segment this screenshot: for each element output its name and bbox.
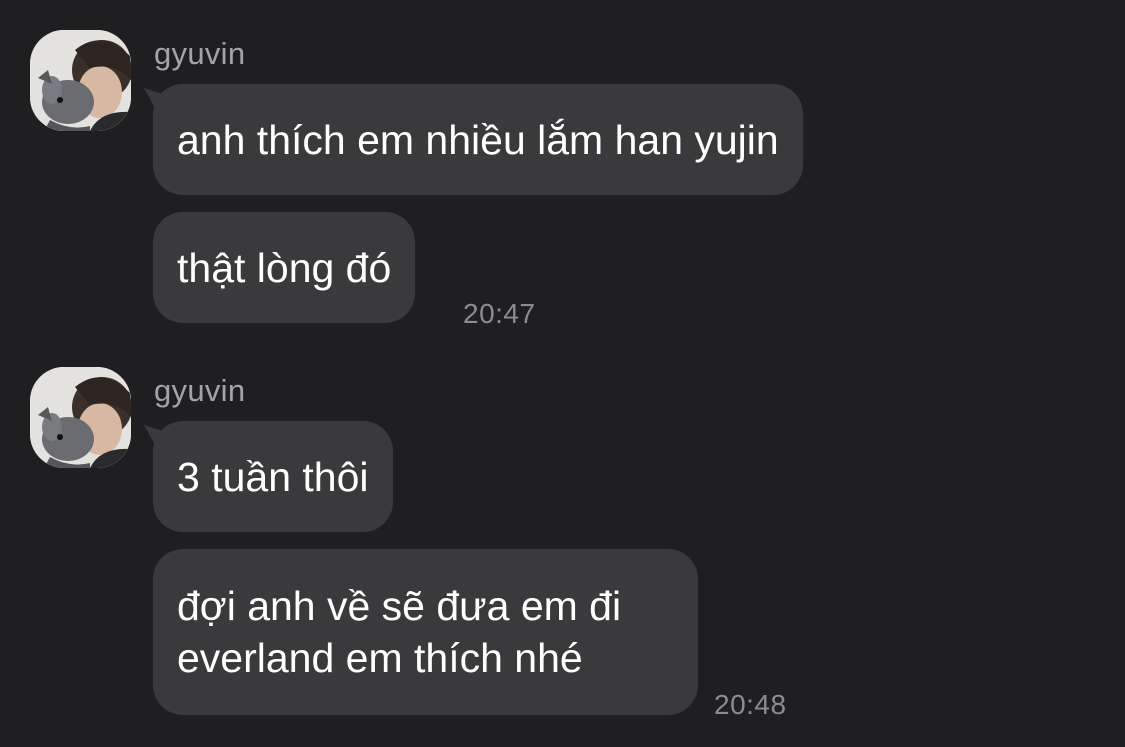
message-text: thật lòng đó: [177, 244, 392, 291]
avatar-photo-icon: [30, 30, 131, 131]
sender-name: gyuvin: [154, 36, 246, 71]
message-bubble[interactable]: anh thích em nhiều lắm han yujin: [153, 84, 803, 195]
message-timestamp: 20:47: [463, 298, 536, 329]
message-bubble[interactable]: thật lòng đó: [153, 212, 416, 323]
message-timestamp: 20:48: [714, 689, 787, 720]
chat-view: gyuvin anh thích em nhiều lắm han yujin …: [0, 0, 1125, 747]
user-avatar[interactable]: [30, 367, 131, 468]
sender-name: gyuvin: [154, 373, 246, 408]
user-avatar[interactable]: [30, 30, 131, 131]
message-text: đợi anh về sẽ đưa em đi everland em thíc…: [177, 583, 622, 681]
message-bubble[interactable]: 3 tuần thôi: [153, 421, 393, 532]
avatar-photo-icon: [30, 367, 131, 468]
message-text: 3 tuần thôi: [177, 453, 369, 500]
message-bubble[interactable]: đợi anh về sẽ đưa em đi everland em thíc…: [153, 549, 698, 715]
message-text: anh thích em nhiều lắm han yujin: [177, 116, 779, 163]
